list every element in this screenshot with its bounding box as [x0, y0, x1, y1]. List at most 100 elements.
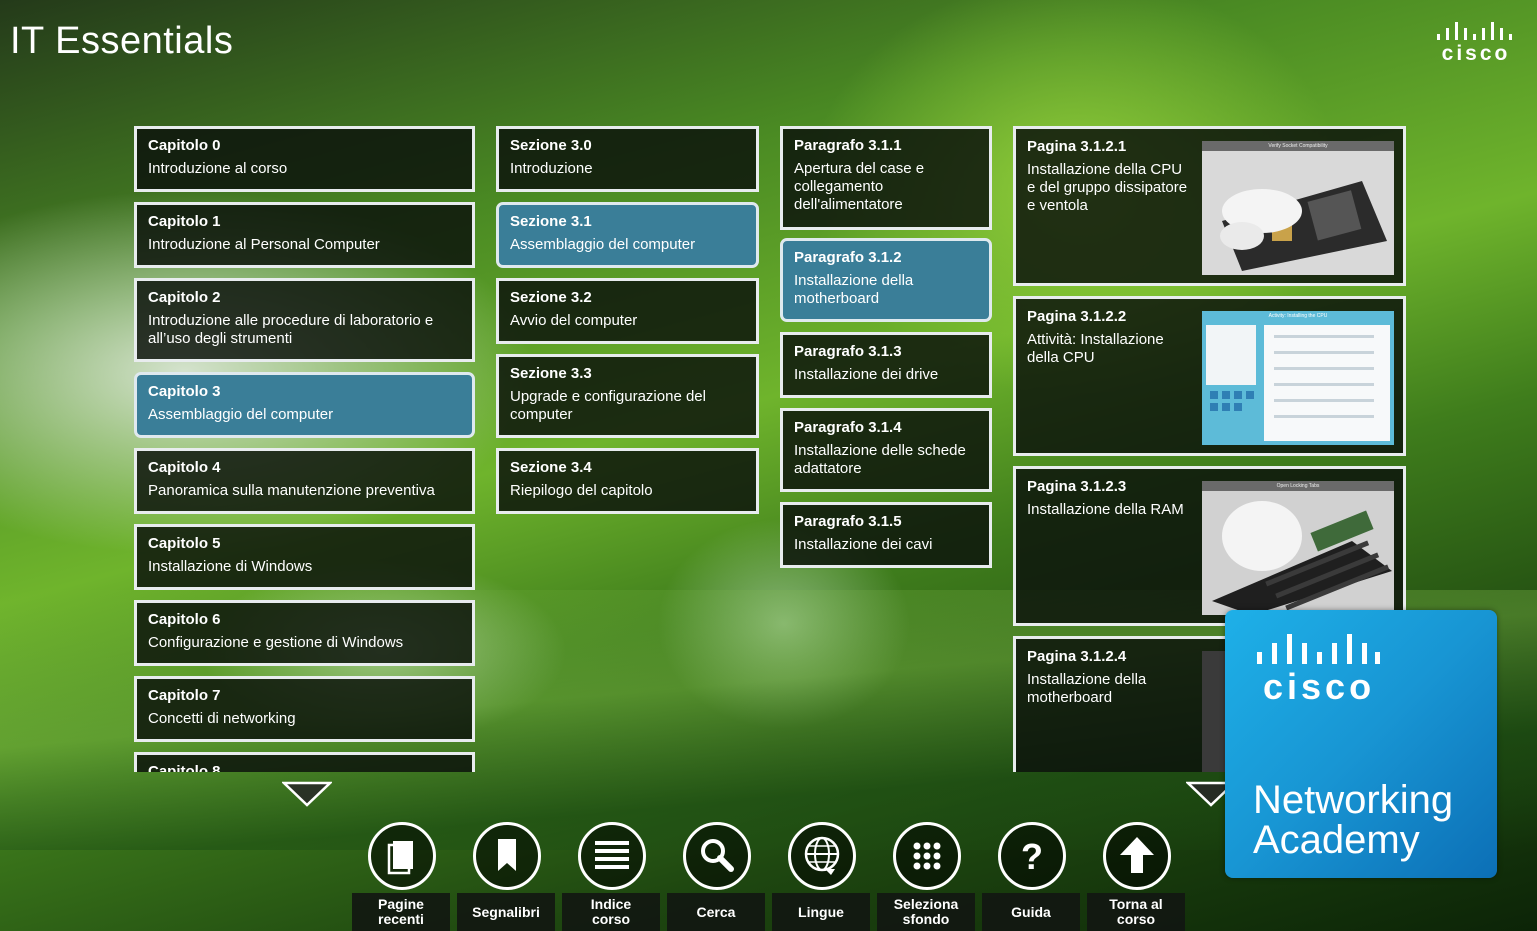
section-item-3-1[interactable]: Sezione 3.1 Assemblaggio del computer: [496, 202, 759, 268]
paragraph-title: Paragrafo 3.1.5: [794, 513, 902, 530]
activity-screenshot-icon: [1206, 325, 1390, 441]
paragraph-list: Paragrafo 3.1.1 Apertura del case e coll…: [780, 126, 992, 576]
app-title: IT Essentials: [10, 20, 234, 62]
paragraph-item-3-1-3[interactable]: Paragrafo 3.1.3 Installazione dei drive: [780, 332, 992, 398]
chapter-title: Capitolo 5: [148, 535, 221, 552]
page-title: Pagina 3.1.2.3: [1027, 478, 1127, 495]
networking-academy-logo: cisco Networking Academy: [1225, 610, 1497, 878]
languages-circle: [788, 822, 856, 890]
paragraph-subtitle: Apertura del case e collegamento dell'al…: [794, 160, 925, 213]
cpu-install-photo-icon: [1202, 151, 1394, 275]
section-subtitle: Upgrade e configurazione del computer: [510, 388, 706, 423]
select-background-label: Seleziona sfondo: [877, 893, 975, 931]
bookmarks-button[interactable]: Segnalibri: [457, 822, 557, 931]
cisco-logo: cisco: [1434, 22, 1518, 66]
chapter-subtitle: Configurazione e gestione di Windows: [148, 634, 404, 651]
search-label: Cerca: [667, 893, 765, 931]
chapter-scroll-down-icon[interactable]: [282, 781, 332, 807]
search-icon: [701, 839, 734, 872]
paragraph-item-3-1-2[interactable]: Paragrafo 3.1.2 Installazione della moth…: [780, 238, 992, 322]
chapter-item-1[interactable]: Capitolo 1 Introduzione al Personal Comp…: [134, 202, 475, 268]
paragraph-title: Paragrafo 3.1.1: [794, 137, 902, 154]
svg-text:?: ?: [1021, 836, 1043, 877]
chapter-item-5[interactable]: Capitolo 5 Installazione di Windows: [134, 524, 475, 590]
paragraph-item-3-1-1[interactable]: Paragrafo 3.1.1 Apertura del case e coll…: [780, 126, 992, 230]
page-subtitle: Installazione della CPU e del gruppo dis…: [1027, 161, 1188, 214]
section-title: Sezione 3.2: [510, 289, 592, 306]
section-item-3-4[interactable]: Sezione 3.4 Riepilogo del capitolo: [496, 448, 759, 514]
course-index-circle: [578, 822, 646, 890]
chapter-title: Capitolo 8: [148, 763, 221, 772]
chapter-subtitle: Panoramica sulla manutenzione preventiva: [148, 482, 435, 499]
section-item-3-3[interactable]: Sezione 3.3 Upgrade e configurazione del…: [496, 354, 759, 438]
chapter-item-0[interactable]: Capitolo 0 Introduzione al corso: [134, 126, 475, 192]
page-item-3-1-2-2[interactable]: Pagina 3.1.2.2 Attività: Installazione d…: [1013, 296, 1406, 456]
recent-pages-circle: [368, 822, 436, 890]
help-circle: ?: [998, 822, 1066, 890]
chapter-title: Capitolo 6: [148, 611, 221, 628]
page-item-3-1-2-3[interactable]: Pagina 3.1.2.3 Installazione della RAM O…: [1013, 466, 1406, 626]
course-index-label: Indice corso: [562, 893, 660, 931]
help-icon: ?: [1021, 836, 1043, 877]
help-button[interactable]: ? Guida: [982, 822, 1082, 931]
globe-icon: [804, 836, 840, 875]
course-index-button[interactable]: Indice corso: [562, 822, 662, 931]
paragraph-item-3-1-4[interactable]: Paragrafo 3.1.4 Installazione delle sche…: [780, 408, 992, 492]
search-button[interactable]: Cerca: [667, 822, 767, 931]
promo-cisco-word: cisco: [1263, 666, 1376, 707]
chapter-item-6[interactable]: Capitolo 6 Configurazione e gestione di …: [134, 600, 475, 666]
recent-pages-button[interactable]: Pagine recenti: [352, 822, 452, 931]
promo-line-academy: Academy: [1253, 818, 1420, 862]
section-title: Sezione 3.0: [510, 137, 592, 154]
chapter-item-7[interactable]: Capitolo 7 Concetti di networking: [134, 676, 475, 742]
section-subtitle: Riepilogo del capitolo: [510, 482, 653, 499]
section-item-3-0[interactable]: Sezione 3.0 Introduzione: [496, 126, 759, 192]
chapter-item-4[interactable]: Capitolo 4 Panoramica sulla manutenzione…: [134, 448, 475, 514]
section-item-3-2[interactable]: Sezione 3.2 Avvio del computer: [496, 278, 759, 344]
back-to-course-label: Torna al corso: [1087, 893, 1185, 931]
chapter-title: Capitolo 4: [148, 459, 221, 476]
course-index-icon: [595, 841, 629, 869]
chapter-title: Capitolo 3: [148, 383, 221, 400]
search-circle: [683, 822, 751, 890]
page-thumbnail: Open Locking Tabs: [1202, 481, 1394, 615]
bottom-toolbar: Pagine recenti Segnalibri Indice corso C…: [352, 822, 1192, 931]
chapter-title: Capitolo 0: [148, 137, 221, 154]
page-title: Pagina 3.1.2.2: [1027, 308, 1127, 325]
paragraph-item-3-1-5[interactable]: Paragrafo 3.1.5 Installazione dei cavi: [780, 502, 992, 568]
page-thumbnail: Verify Socket Compatibility: [1202, 141, 1394, 275]
chapter-title: Capitolo 2: [148, 289, 221, 306]
ram-install-photo-icon: [1212, 501, 1392, 615]
section-title: Sezione 3.3: [510, 365, 592, 382]
paragraph-subtitle: Installazione dei drive: [794, 366, 939, 383]
recent-pages-label: Pagine recenti: [352, 893, 450, 931]
cisco-bars-icon: [1257, 634, 1380, 664]
languages-button[interactable]: Lingue: [772, 822, 872, 931]
chapter-subtitle: Introduzione alle procedure di laborator…: [148, 312, 434, 347]
recent-pages-icon: [387, 841, 413, 875]
section-subtitle: Avvio del computer: [510, 312, 638, 329]
back-to-course-button[interactable]: Torna al corso: [1087, 822, 1187, 931]
bookmarks-circle: [473, 822, 541, 890]
promo-line-networking: Networking: [1253, 778, 1454, 822]
languages-label: Lingue: [772, 893, 870, 931]
paragraph-subtitle: Installazione delle schede adattatore: [794, 442, 966, 477]
bookmarks-label: Segnalibri: [457, 893, 555, 931]
page-subtitle: Installazione della motherboard: [1027, 671, 1147, 706]
section-list: Sezione 3.0 Introduzione Sezione 3.1 Ass…: [496, 126, 759, 546]
bookmark-icon: [498, 839, 516, 871]
paragraph-subtitle: Installazione della motherboard: [794, 272, 914, 307]
chapter-item-2[interactable]: Capitolo 2 Introduzione alle procedure d…: [134, 278, 475, 362]
select-background-button[interactable]: Seleziona sfondo: [877, 822, 977, 931]
chapter-item-8[interactable]: Capitolo 8: [134, 752, 475, 772]
chapter-item-3[interactable]: Capitolo 3 Assemblaggio del computer: [134, 372, 475, 438]
background-grid-icon: [913, 842, 941, 870]
back-to-course-icon: [1120, 837, 1154, 873]
paragraph-title: Paragrafo 3.1.4: [794, 419, 902, 436]
paragraph-title: Paragrafo 3.1.2: [794, 249, 902, 266]
chapter-title: Capitolo 7: [148, 687, 221, 704]
paragraph-subtitle: Installazione dei cavi: [794, 536, 933, 553]
cisco-bars-icon: [1437, 22, 1512, 40]
page-item-3-1-2-1[interactable]: Pagina 3.1.2.1 Installazione della CPU e…: [1013, 126, 1406, 286]
select-background-circle: [893, 822, 961, 890]
